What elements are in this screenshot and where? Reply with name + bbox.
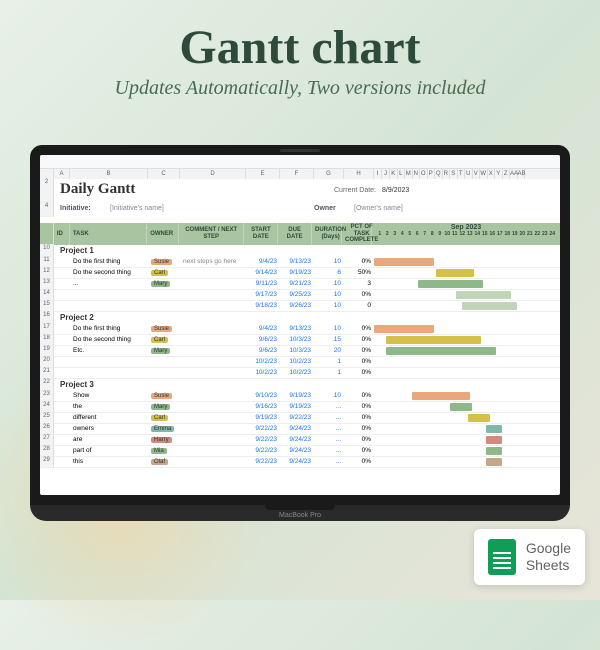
current-date-label: Current Date:	[334, 179, 376, 203]
table-row[interactable]: 27 are Harry 9/22/23 9/24/23 ... 0%	[40, 435, 560, 446]
col-pct: PCT OF TASK COMPLETE	[342, 223, 372, 245]
table-row[interactable]: 12 Do the second thing Carl 9/14/23 9/19…	[40, 268, 560, 279]
table-row[interactable]: 17 Do the first thing Susie 9/4/23 9/13/…	[40, 324, 560, 335]
google-brand: Google	[526, 540, 571, 557]
column-headers[interactable]: ABCDEFGHIJKLMNOPQRSTUVWXYZAAAB	[40, 169, 560, 179]
table-row[interactable]: 15 9/18/23 9/26/23 10 0	[40, 301, 560, 312]
col-owner: OWNER	[147, 223, 179, 245]
initiative-label: Initiative:	[54, 203, 104, 217]
owner-input[interactable]: [Owner's name]	[348, 203, 409, 217]
project-name: Project 1	[54, 245, 100, 257]
month-header: Sep 2023	[376, 224, 556, 231]
laptop-mockup: ABCDEFGHIJKLMNOPQRSTUVWXYZAAAB 2 Daily G…	[30, 145, 570, 521]
laptop-brand: MacBook Pro	[279, 512, 321, 519]
col-start: START DATE	[244, 223, 278, 245]
initiative-input[interactable]: [Initiative's name]	[104, 203, 254, 217]
project-name: Project 2	[54, 312, 100, 324]
table-row[interactable]: 26 owners Emma 9/22/23 9/24/23 ... 0%	[40, 424, 560, 435]
col-duration: DURATION (Days)	[312, 223, 342, 245]
sheets-toolbar[interactable]	[40, 155, 560, 169]
col-id: ID	[54, 223, 70, 245]
table-row[interactable]: 21 10/2/23 10/2/23 1 0%	[40, 368, 560, 379]
table-row[interactable]: 23 Show Susie 9/10/23 9/19/23 10 0%	[40, 391, 560, 402]
page-subtitle: Updates Automatically, Two versions incl…	[10, 77, 590, 100]
project-name: Project 3	[54, 379, 100, 391]
promo-header: Gantt chart Updates Automatically, Two v…	[0, 0, 600, 105]
day-numbers: 123456789101112131415161718192021222324	[376, 231, 556, 237]
col-comment: COMMENT / NEXT STEP	[179, 223, 244, 245]
table-row[interactable]: 11 Do the first thing Susie next steps g…	[40, 257, 560, 268]
col-due: DUE DATE	[278, 223, 312, 245]
table-row[interactable]: 25 different Carl 9/19/23 9/22/23 ... 0%	[40, 413, 560, 424]
google-sheets-badge: Google Sheets	[474, 529, 585, 585]
sheet-title: Daily Gantt	[54, 179, 254, 203]
owner-label: Owner	[308, 203, 348, 217]
table-row[interactable]: 19 Etc. Mary 9/6/23 10/3/23 20 0%	[40, 346, 560, 357]
table-row[interactable]: 14 9/17/23 9/25/23 10 0%	[40, 290, 560, 301]
table-row[interactable]: 24 the Mary 9/16/23 9/19/23 ... 0%	[40, 402, 560, 413]
table-row[interactable]: 18 Do the second thing Carl 9/6/23 10/3/…	[40, 335, 560, 346]
table-row[interactable]: 13 ... Mary 9/11/23 9/21/23 10 3	[40, 279, 560, 290]
table-row[interactable]: 28 part of Mia 9/22/23 9/24/23 ... 0%	[40, 446, 560, 457]
current-date-value[interactable]: 8/9/2023	[376, 179, 409, 203]
google-sheets-icon	[488, 539, 516, 575]
spreadsheet-app: ABCDEFGHIJKLMNOPQRSTUVWXYZAAAB 2 Daily G…	[40, 155, 560, 495]
google-product: Sheets	[526, 557, 571, 574]
table-row[interactable]: 20 10/2/23 10/2/23 1 0%	[40, 357, 560, 368]
table-row[interactable]: 29 this Olaf 9/22/23 9/24/23 ... 0%	[40, 457, 560, 468]
page-title: Gantt chart	[10, 20, 590, 75]
table-header-row: ID TASK OWNER COMMENT / NEXT STEP START …	[40, 223, 560, 245]
col-task: TASK	[70, 223, 147, 245]
